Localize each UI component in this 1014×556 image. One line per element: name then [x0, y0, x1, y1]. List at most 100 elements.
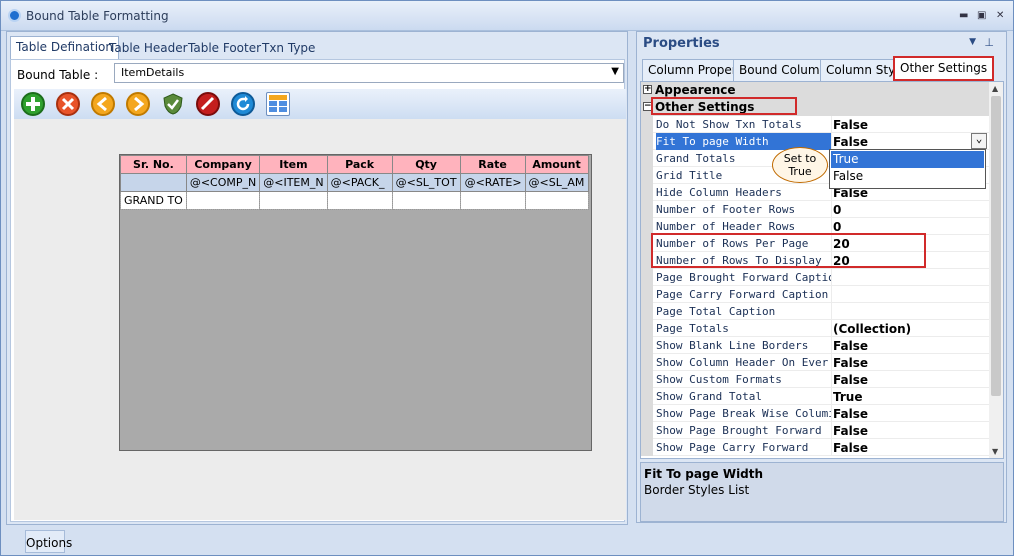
- row-gutter: [641, 167, 653, 184]
- property-value[interactable]: False: [833, 407, 987, 421]
- property-row[interactable]: Show Page Carry Forward False: [641, 439, 989, 456]
- grid-cell[interactable]: [459, 191, 526, 210]
- row-gutter: [641, 354, 653, 371]
- property-value[interactable]: 0: [833, 203, 987, 217]
- property-row[interactable]: Number of Rows Per Page 20: [641, 235, 989, 252]
- grid-cell[interactable]: @<COMP_N: [185, 173, 261, 192]
- property-row[interactable]: Show Page Brought Forward False: [641, 422, 989, 439]
- grid-cell[interactable]: [185, 191, 261, 210]
- column-header-qty[interactable]: Qty: [391, 155, 461, 174]
- grid-cell[interactable]: [524, 191, 589, 210]
- property-row[interactable]: Number of Header Rows 0: [641, 218, 989, 235]
- refresh-icon[interactable]: [231, 92, 255, 116]
- grid-cell[interactable]: [326, 191, 393, 210]
- column-header-pack[interactable]: Pack: [326, 155, 393, 174]
- grid-cell[interactable]: [391, 191, 461, 210]
- property-value[interactable]: 20: [833, 237, 987, 251]
- bound-table-grid[interactable]: Sr. No. Company Item Pack Qty Rate Amoun…: [119, 154, 592, 451]
- grid-cell[interactable]: @<ITEM_N: [259, 173, 328, 192]
- window-title: Bound Table Formatting: [26, 9, 169, 23]
- add-icon[interactable]: [21, 92, 45, 116]
- scrollbar[interactable]: ▲ ▼: [989, 82, 1003, 458]
- tab-other-settings[interactable]: Other Settings: [893, 56, 995, 81]
- bound-table-value: ItemDetails: [121, 66, 185, 79]
- title-bar: Bound Table Formatting ▬ ▣ ✕: [1, 1, 1013, 31]
- property-value[interactable]: False: [833, 356, 987, 370]
- property-name: Show Custom Formats: [656, 373, 782, 386]
- property-value[interactable]: False: [833, 441, 987, 455]
- grid-cell[interactable]: [259, 191, 328, 210]
- tab-table-footer[interactable]: Table Footer: [183, 38, 266, 60]
- category-other-settings[interactable]: − Other Settings: [641, 99, 989, 116]
- property-value[interactable]: False: [833, 135, 987, 149]
- property-value[interactable]: 20: [833, 254, 987, 268]
- property-value[interactable]: False: [833, 118, 987, 132]
- tab-table-defination[interactable]: Table Defination: [10, 36, 119, 61]
- dropdown-option-false[interactable]: False: [831, 168, 984, 185]
- column-header-amount[interactable]: Amount: [524, 155, 589, 174]
- minimize-icon[interactable]: ▬: [959, 10, 968, 21]
- property-name: Number of Rows To Display: [656, 254, 822, 267]
- property-row[interactable]: Page Brought Forward Caption: [641, 269, 989, 286]
- property-row[interactable]: Show Page Break Wise Columi False: [641, 405, 989, 422]
- cancel-icon[interactable]: [196, 92, 220, 116]
- property-row[interactable]: Number of Rows To Display 20: [641, 252, 989, 269]
- grid-cell[interactable]: @<PACK_: [326, 173, 393, 192]
- property-row[interactable]: Do Not Show Txn Totals False: [641, 116, 989, 133]
- options-button[interactable]: Options: [25, 530, 72, 553]
- scroll-down-icon[interactable]: ▼: [992, 447, 998, 456]
- dropdown-option-true[interactable]: True: [831, 151, 984, 168]
- column-header-sr-no[interactable]: Sr. No.: [120, 155, 187, 174]
- arrow-left-icon[interactable]: [91, 92, 115, 116]
- grid-cell[interactable]: [120, 173, 187, 192]
- column-header-rate[interactable]: Rate: [459, 155, 526, 174]
- property-row[interactable]: Show Column Header On Ever False: [641, 354, 989, 371]
- column-divider: [831, 286, 832, 303]
- fit-to-page-dropdown-list[interactable]: True False: [829, 149, 986, 189]
- collapse-icon[interactable]: −: [643, 102, 652, 111]
- property-row[interactable]: Show Blank Line Borders False: [641, 337, 989, 354]
- property-value[interactable]: False: [833, 339, 987, 353]
- property-row[interactable]: Page Totals (Collection): [641, 320, 989, 337]
- tab-table-header[interactable]: Table Header: [104, 38, 193, 60]
- scroll-thumb[interactable]: [991, 96, 1001, 396]
- grid-cell[interactable]: @<SL_AM: [524, 173, 589, 192]
- pin-icon[interactable]: ⊥: [984, 36, 994, 49]
- property-row[interactable]: Show Grand Total True: [641, 388, 989, 405]
- column-header-company[interactable]: Company: [185, 155, 261, 174]
- bound-grid-area: Sr. No. Company Item Pack Qty Rate Amoun…: [14, 119, 626, 520]
- property-row[interactable]: Number of Footer Rows 0: [641, 201, 989, 218]
- tab-txn-type[interactable]: Txn Type: [257, 38, 320, 60]
- grid-cell[interactable]: GRAND TO: [120, 191, 187, 210]
- property-row[interactable]: Show Custom Formats False: [641, 371, 989, 388]
- property-value[interactable]: True: [833, 390, 987, 404]
- description-text: Border Styles List: [644, 483, 750, 497]
- delete-icon[interactable]: [56, 92, 80, 116]
- expand-icon[interactable]: +: [643, 85, 652, 94]
- column-header-item[interactable]: Item: [259, 155, 328, 174]
- dropdown-arrow-icon[interactable]: ⌄: [971, 133, 987, 149]
- property-value[interactable]: (Collection): [833, 322, 987, 336]
- maximize-icon[interactable]: ▣: [977, 10, 986, 21]
- bound-table-select[interactable]: ItemDetails ▼: [114, 63, 624, 83]
- property-value[interactable]: False: [833, 424, 987, 438]
- property-row[interactable]: Page Carry Forward Caption: [641, 286, 989, 303]
- callout-line-1: Set to: [783, 152, 817, 165]
- scroll-up-icon[interactable]: ▲: [992, 84, 998, 93]
- property-row[interactable]: Fit To page Width False ⌄: [641, 133, 989, 150]
- grid-layout-icon[interactable]: [266, 92, 290, 116]
- shield-check-icon[interactable]: [161, 92, 185, 116]
- grid-cell[interactable]: @<SL_TOT: [391, 173, 461, 192]
- row-gutter: [641, 286, 653, 303]
- bound-table-formatting-window: Bound Table Formatting ▬ ▣ ✕ Table Defin…: [0, 0, 1014, 556]
- arrow-right-icon[interactable]: [126, 92, 150, 116]
- property-name: Show Column Header On Ever: [656, 356, 829, 369]
- property-value[interactable]: 0: [833, 220, 987, 234]
- grid-cell[interactable]: @<RATE>: [459, 173, 526, 192]
- chevron-down-icon[interactable]: ▼: [969, 37, 976, 47]
- properties-title: Properties: [643, 36, 720, 51]
- property-value[interactable]: False: [833, 373, 987, 387]
- category-appearence[interactable]: + Appearence: [641, 82, 989, 99]
- close-icon[interactable]: ✕: [996, 10, 1004, 21]
- property-row[interactable]: Page Total Caption: [641, 303, 989, 320]
